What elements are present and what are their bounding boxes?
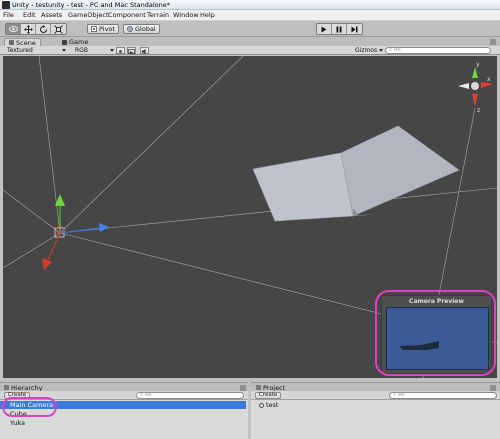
draw-mode-dropdown[interactable]: Textured xyxy=(7,47,33,54)
project-search-input[interactable]: ⌕ All xyxy=(389,392,497,399)
play-button[interactable] xyxy=(317,24,332,34)
menu-assets[interactable]: Assets xyxy=(41,11,62,19)
global-toggle[interactable]: Global xyxy=(123,24,160,34)
panel-menu-icon[interactable] xyxy=(490,39,496,45)
scene-tab-bar: Scene Game xyxy=(0,37,500,47)
menu-terrain[interactable]: Terrain xyxy=(147,11,169,19)
orientation-gizmo[interactable] xyxy=(458,67,493,106)
rotate-icon xyxy=(39,24,47,33)
hierarchy-create-button[interactable]: Create xyxy=(4,392,31,399)
tab-game-label: Game xyxy=(69,38,89,46)
move-icon xyxy=(23,24,33,34)
search-icon: ⌕ xyxy=(389,47,393,53)
camera-preview-title: Camera Preview xyxy=(409,298,464,305)
x-axis-arrow-handle[interactable] xyxy=(99,223,109,232)
hierarchy-tab-bar: Hierarchy xyxy=(0,382,248,392)
project-icon xyxy=(256,385,261,390)
tab-scene[interactable]: Scene xyxy=(4,38,41,47)
scale-icon xyxy=(54,24,63,34)
camera-preview-render xyxy=(399,341,439,350)
pause-icon xyxy=(336,26,342,32)
project-item-test-label: test xyxy=(266,401,279,409)
scene-tab-icon xyxy=(9,40,14,45)
hierarchy-search-input[interactable]: ⌕ All xyxy=(136,392,244,399)
pivot-toggle[interactable]: Pivot xyxy=(87,24,119,34)
rotate-tool-button[interactable] xyxy=(36,24,51,34)
menu-file[interactable]: File xyxy=(3,11,14,19)
axis-label-z: z xyxy=(477,107,480,114)
game-tab-icon xyxy=(62,39,67,45)
play-icon xyxy=(321,26,327,32)
chevron-down-icon xyxy=(62,49,66,52)
pivot-label: Pivot xyxy=(99,25,115,33)
tab-game[interactable]: Game xyxy=(58,38,92,46)
pause-button[interactable] xyxy=(332,24,347,34)
scene-search-input[interactable]: ⌕ All xyxy=(385,47,491,54)
menu-gameobject[interactable]: GameObject xyxy=(68,11,109,19)
step-button[interactable] xyxy=(347,24,362,34)
z-axis-arrow-handle[interactable] xyxy=(42,258,52,270)
menu-window[interactable]: Window xyxy=(173,11,199,19)
scene-audio-toggle[interactable] xyxy=(140,47,149,54)
eye-icon xyxy=(8,26,18,32)
global-label: Global xyxy=(135,25,156,33)
view-tool-button[interactable] xyxy=(6,24,21,34)
scale-tool-button[interactable] xyxy=(51,24,66,34)
globe-icon xyxy=(127,26,133,32)
camera-preview-screen xyxy=(386,307,489,370)
main-toolbar: Pivot Global xyxy=(0,21,500,37)
menu-help[interactable]: Help xyxy=(200,11,215,19)
scene-search-placeholder: All xyxy=(393,47,401,53)
search-icon: ⌕ xyxy=(393,392,397,398)
chevron-down-icon xyxy=(110,49,114,52)
camera-gizmo[interactable] xyxy=(42,194,109,270)
camera-preview-panel: Camera Preview xyxy=(381,295,492,374)
project-controls: Create ⌕ All xyxy=(251,391,500,400)
render-mode-dropdown[interactable]: RGB xyxy=(75,47,88,54)
scene-lighting-toggle[interactable] xyxy=(116,47,125,54)
title-bar: Unity - testunity - test - PC and Mac St… xyxy=(0,0,500,10)
hierarchy-list: Main Camera Cube Yuka xyxy=(0,400,248,439)
axis-label-x: x xyxy=(487,76,491,83)
menu-edit[interactable]: Edit xyxy=(23,11,36,19)
project-create-button[interactable]: Create xyxy=(255,392,282,399)
hierarchy-search-placeholder: All xyxy=(144,392,152,398)
scene-mesh-plane[interactable] xyxy=(252,125,460,222)
hierarchy-icon xyxy=(4,385,9,390)
hierarchy-item-main-camera[interactable]: Main Camera xyxy=(0,401,246,409)
chevron-down-icon xyxy=(379,49,383,52)
image-icon xyxy=(128,49,135,54)
hierarchy-item-yuka[interactable]: Yuka xyxy=(0,419,246,427)
step-icon xyxy=(351,26,358,32)
menu-bar: File Edit Assets GameObject Component Te… xyxy=(0,10,500,21)
project-search-placeholder: All xyxy=(397,392,405,398)
scene-view-controls: Textured RGB Gizmos ⌕ All xyxy=(0,46,500,55)
gizmos-dropdown[interactable]: Gizmos xyxy=(355,47,377,54)
transform-tools xyxy=(5,23,67,35)
y-axis-arrow-handle[interactable] xyxy=(55,194,65,206)
pivot-icon xyxy=(91,26,97,32)
window-title: Unity - testunity - test - PC and Mac St… xyxy=(12,1,171,9)
project-item-test[interactable]: test xyxy=(259,401,278,409)
menu-component[interactable]: Component xyxy=(108,11,146,19)
sun-icon xyxy=(119,50,122,53)
playback-controls xyxy=(316,23,363,35)
scene-file-icon xyxy=(259,402,264,408)
axis-label-y: y xyxy=(476,61,480,68)
move-tool-button[interactable] xyxy=(21,24,36,34)
hierarchy-item-cube[interactable]: Cube xyxy=(0,410,246,418)
project-list: test xyxy=(251,400,500,439)
search-icon: ⌕ xyxy=(140,392,144,398)
hierarchy-controls: Create ⌕ All xyxy=(0,391,248,400)
speaker-icon xyxy=(142,49,146,54)
project-tab-bar: Project xyxy=(251,382,500,392)
scene-overlay-toggle[interactable] xyxy=(127,47,136,54)
unity-app-icon xyxy=(2,1,10,9)
